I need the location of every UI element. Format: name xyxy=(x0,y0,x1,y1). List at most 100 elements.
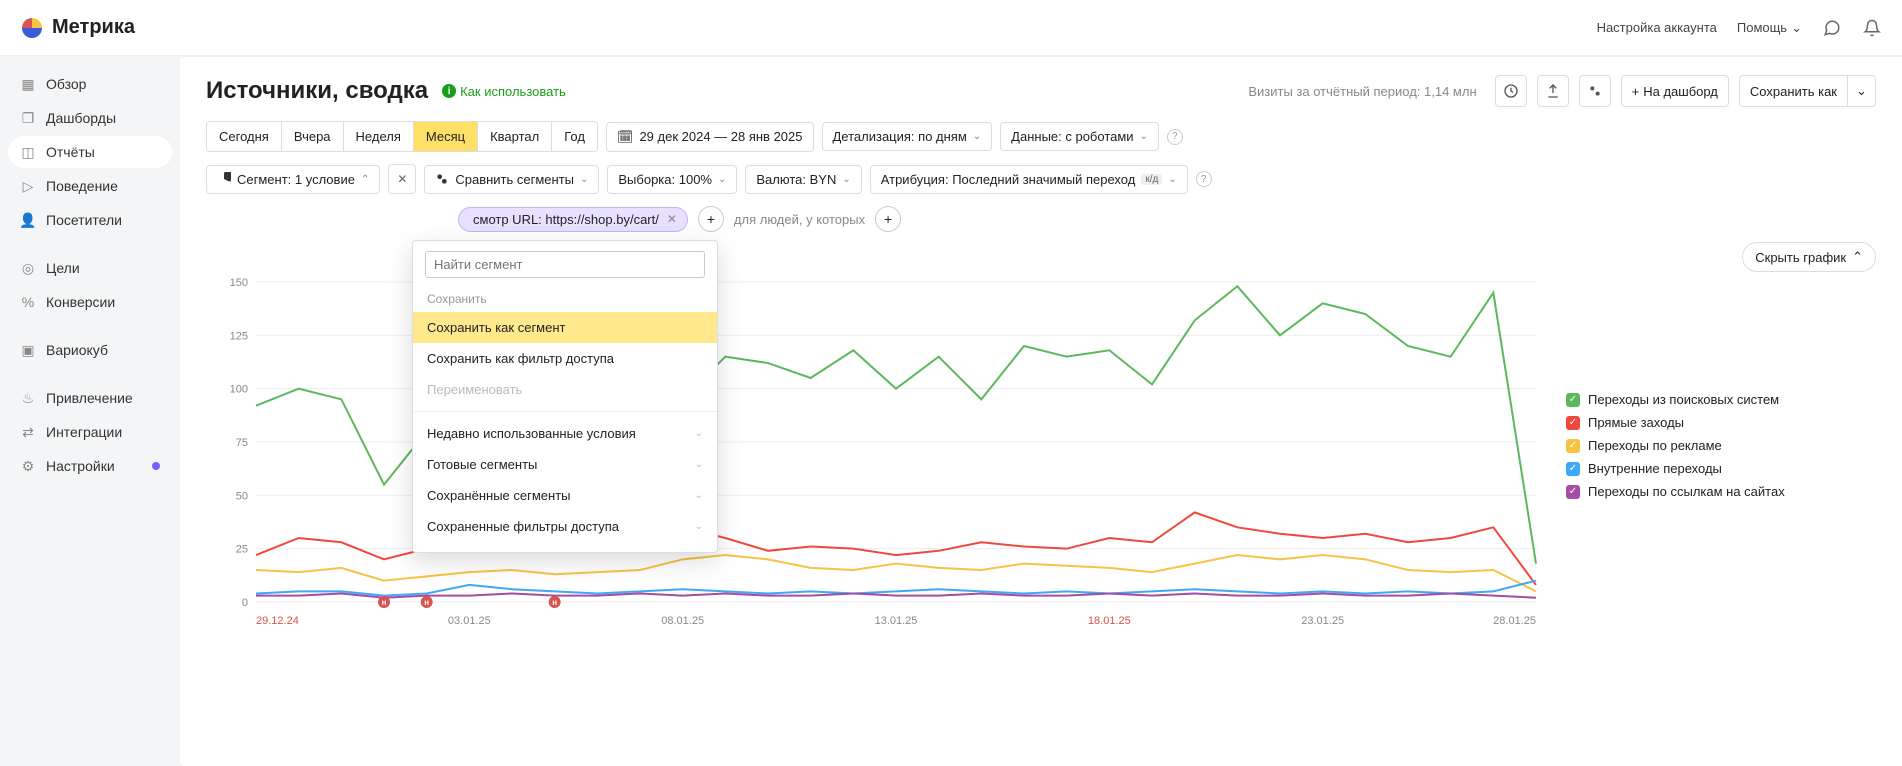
dd-group-recent[interactable]: Недавно использованные условия⌄ xyxy=(413,418,717,449)
sidebar-item-integrations[interactable]: ⇄Интеграции xyxy=(8,416,172,448)
add-condition-button-2[interactable]: + xyxy=(875,206,901,232)
save-as-button[interactable]: Сохранить как⌄ xyxy=(1739,75,1876,107)
legend-swatch: ✓ xyxy=(1566,439,1580,453)
brand-logo-icon xyxy=(20,16,44,40)
legend-item[interactable]: ✓Внутренние переходы xyxy=(1566,461,1785,476)
period-segments: Сегодня Вчера Неделя Месяц Квартал Год xyxy=(206,121,598,152)
grid-icon: ▦ xyxy=(20,76,36,92)
sidebar-item-conversions[interactable]: %Конверсии xyxy=(8,286,172,318)
chevron-down-icon: ⌄ xyxy=(1168,174,1176,185)
gear-icon: ⚙ xyxy=(20,458,36,474)
period-week[interactable]: Неделя xyxy=(344,122,414,151)
dd-save-as-segment[interactable]: Сохранить как сегмент xyxy=(413,312,717,343)
segment-dropdown: Сохранить Сохранить как сегмент Сохранит… xyxy=(412,240,718,553)
svg-text:13.01.25: 13.01.25 xyxy=(875,615,918,627)
svg-text:03.01.25: 03.01.25 xyxy=(448,615,491,627)
chevron-down-icon: ⌄ xyxy=(695,459,703,470)
refresh-button[interactable] xyxy=(1495,75,1527,107)
legend-swatch: ✓ xyxy=(1566,485,1580,499)
svg-text:0: 0 xyxy=(242,597,248,609)
svg-text:75: 75 xyxy=(236,437,248,449)
sidebar: ▦Обзор ❐Дашборды ◫Отчёты ▷Поведение 👤Пос… xyxy=(0,56,180,766)
legend-item[interactable]: ✓Переходы по ссылкам на сайтах xyxy=(1566,484,1785,499)
legend-item[interactable]: ✓Переходы по рекламе xyxy=(1566,438,1785,453)
compare-button[interactable] xyxy=(1579,75,1611,107)
sidebar-item-variocub[interactable]: ▣Вариокуб xyxy=(8,334,172,366)
bell-icon[interactable] xyxy=(1862,18,1882,38)
chevron-up-icon: ⌃ xyxy=(1852,249,1863,265)
add-condition-button[interactable]: + xyxy=(698,206,724,232)
legend-item[interactable]: ✓Прямые заходы xyxy=(1566,415,1785,430)
segment-search-input[interactable] xyxy=(425,251,705,278)
legend-swatch: ✓ xyxy=(1566,393,1580,407)
sidebar-item-goals[interactable]: ◎Цели xyxy=(8,252,172,284)
copy-icon: ❐ xyxy=(20,110,36,126)
to-dashboard-button[interactable]: +На дашборд xyxy=(1621,75,1729,107)
cube-icon: ▣ xyxy=(20,342,36,358)
chevron-down-icon[interactable]: ⌄ xyxy=(1847,76,1875,106)
sample-select[interactable]: Выборка: 100%⌄ xyxy=(607,165,737,194)
period-today[interactable]: Сегодня xyxy=(207,122,282,151)
chevron-up-icon: ⌃ xyxy=(361,174,369,185)
sidebar-item-visitors[interactable]: 👤Посетители xyxy=(8,204,172,236)
legend-item[interactable]: ✓Переходы из поисковых систем xyxy=(1566,392,1785,407)
svg-text:150: 150 xyxy=(230,277,248,289)
sidebar-item-reports[interactable]: ◫Отчёты xyxy=(8,136,172,168)
period-year[interactable]: Год xyxy=(552,122,597,151)
sidebar-item-acquisition[interactable]: ♨Привлечение xyxy=(8,382,172,414)
help-icon[interactable]: ? xyxy=(1196,171,1212,187)
svg-text:28.01.25: 28.01.25 xyxy=(1493,615,1536,627)
hide-chart-button[interactable]: Скрыть график⌃ xyxy=(1742,242,1876,272)
segment-button[interactable]: Сегмент: 1 условие ⌃ xyxy=(206,165,380,194)
legend-swatch: ✓ xyxy=(1566,462,1580,476)
dd-group-saved[interactable]: Сохранённые сегменты⌄ xyxy=(413,480,717,511)
svg-text:18.01.25: 18.01.25 xyxy=(1088,615,1131,627)
period-yesterday[interactable]: Вчера xyxy=(282,122,344,151)
help-link[interactable]: iКак использовать xyxy=(442,84,566,99)
sidebar-item-dashboards[interactable]: ❐Дашборды xyxy=(8,102,172,134)
dd-group-filters[interactable]: Сохраненные фильтры доступа⌄ xyxy=(413,511,717,542)
chart: 0255075100125150ннн29.12.2403.01.2508.01… xyxy=(206,272,1546,632)
help-menu[interactable]: Помощь⌄ xyxy=(1737,20,1802,36)
period-month[interactable]: Месяц xyxy=(414,122,478,151)
chevron-down-icon: ⌄ xyxy=(718,174,726,185)
compare-segments-button[interactable]: Сравнить сегменты⌄ xyxy=(424,165,599,194)
svg-text:25: 25 xyxy=(236,544,248,556)
page-title: Источники, сводка xyxy=(206,77,428,105)
sidebar-item-behavior[interactable]: ▷Поведение xyxy=(8,170,172,202)
help-icon[interactable]: ? xyxy=(1167,129,1183,145)
chip-remove-icon[interactable]: ✕ xyxy=(667,212,677,226)
plug-icon: ⇄ xyxy=(20,424,36,440)
clear-segment-button[interactable]: ✕ xyxy=(388,164,416,194)
chevron-down-icon: ⌄ xyxy=(1791,20,1802,36)
compare-icon xyxy=(435,172,449,186)
svg-text:н: н xyxy=(424,598,429,607)
detail-select[interactable]: Детализация: по дням⌄ xyxy=(822,122,993,151)
chevron-down-icon: ⌄ xyxy=(695,490,703,501)
filter-chip[interactable]: смотр URL: https://shop.by/cart/ ✕ xyxy=(458,207,688,232)
export-button[interactable] xyxy=(1537,75,1569,107)
data-select[interactable]: Данные: с роботами⌄ xyxy=(1000,122,1159,151)
svg-text:29.12.24: 29.12.24 xyxy=(256,615,299,627)
period-quarter[interactable]: Квартал xyxy=(478,122,552,151)
plus-icon: + xyxy=(1632,84,1640,99)
date-range-button[interactable]: 🗓29 дек 2024 — 28 янв 2025 xyxy=(606,122,814,152)
dd-rename: Переименовать xyxy=(413,374,717,405)
dd-save-as-filter[interactable]: Сохранить как фильтр доступа xyxy=(413,343,717,374)
info-icon: i xyxy=(442,84,456,98)
sidebar-item-settings[interactable]: ⚙Настройки xyxy=(8,450,172,482)
chart-legend: ✓Переходы из поисковых систем ✓Прямые зах… xyxy=(1566,272,1785,499)
dd-save-heading: Сохранить xyxy=(413,286,717,312)
svg-text:100: 100 xyxy=(230,384,248,396)
attribution-select[interactable]: Атрибуция: Последний значимый переходк/д… xyxy=(870,165,1188,194)
visits-meta: Визиты за отчётный период: 1,14 млн xyxy=(1248,84,1476,99)
brand-logo[interactable]: Метрика xyxy=(20,16,135,40)
currency-select[interactable]: Валюта: BYN⌄ xyxy=(745,165,861,194)
account-settings-link[interactable]: Настройка аккаунта xyxy=(1597,20,1717,35)
chevron-down-icon: ⌄ xyxy=(973,131,981,142)
chevron-down-icon: ⌄ xyxy=(580,174,588,185)
chart-icon: ◫ xyxy=(20,144,36,160)
sidebar-item-overview[interactable]: ▦Обзор xyxy=(8,68,172,100)
dd-group-ready[interactable]: Готовые сегменты⌄ xyxy=(413,449,717,480)
chat-icon[interactable] xyxy=(1822,18,1842,38)
